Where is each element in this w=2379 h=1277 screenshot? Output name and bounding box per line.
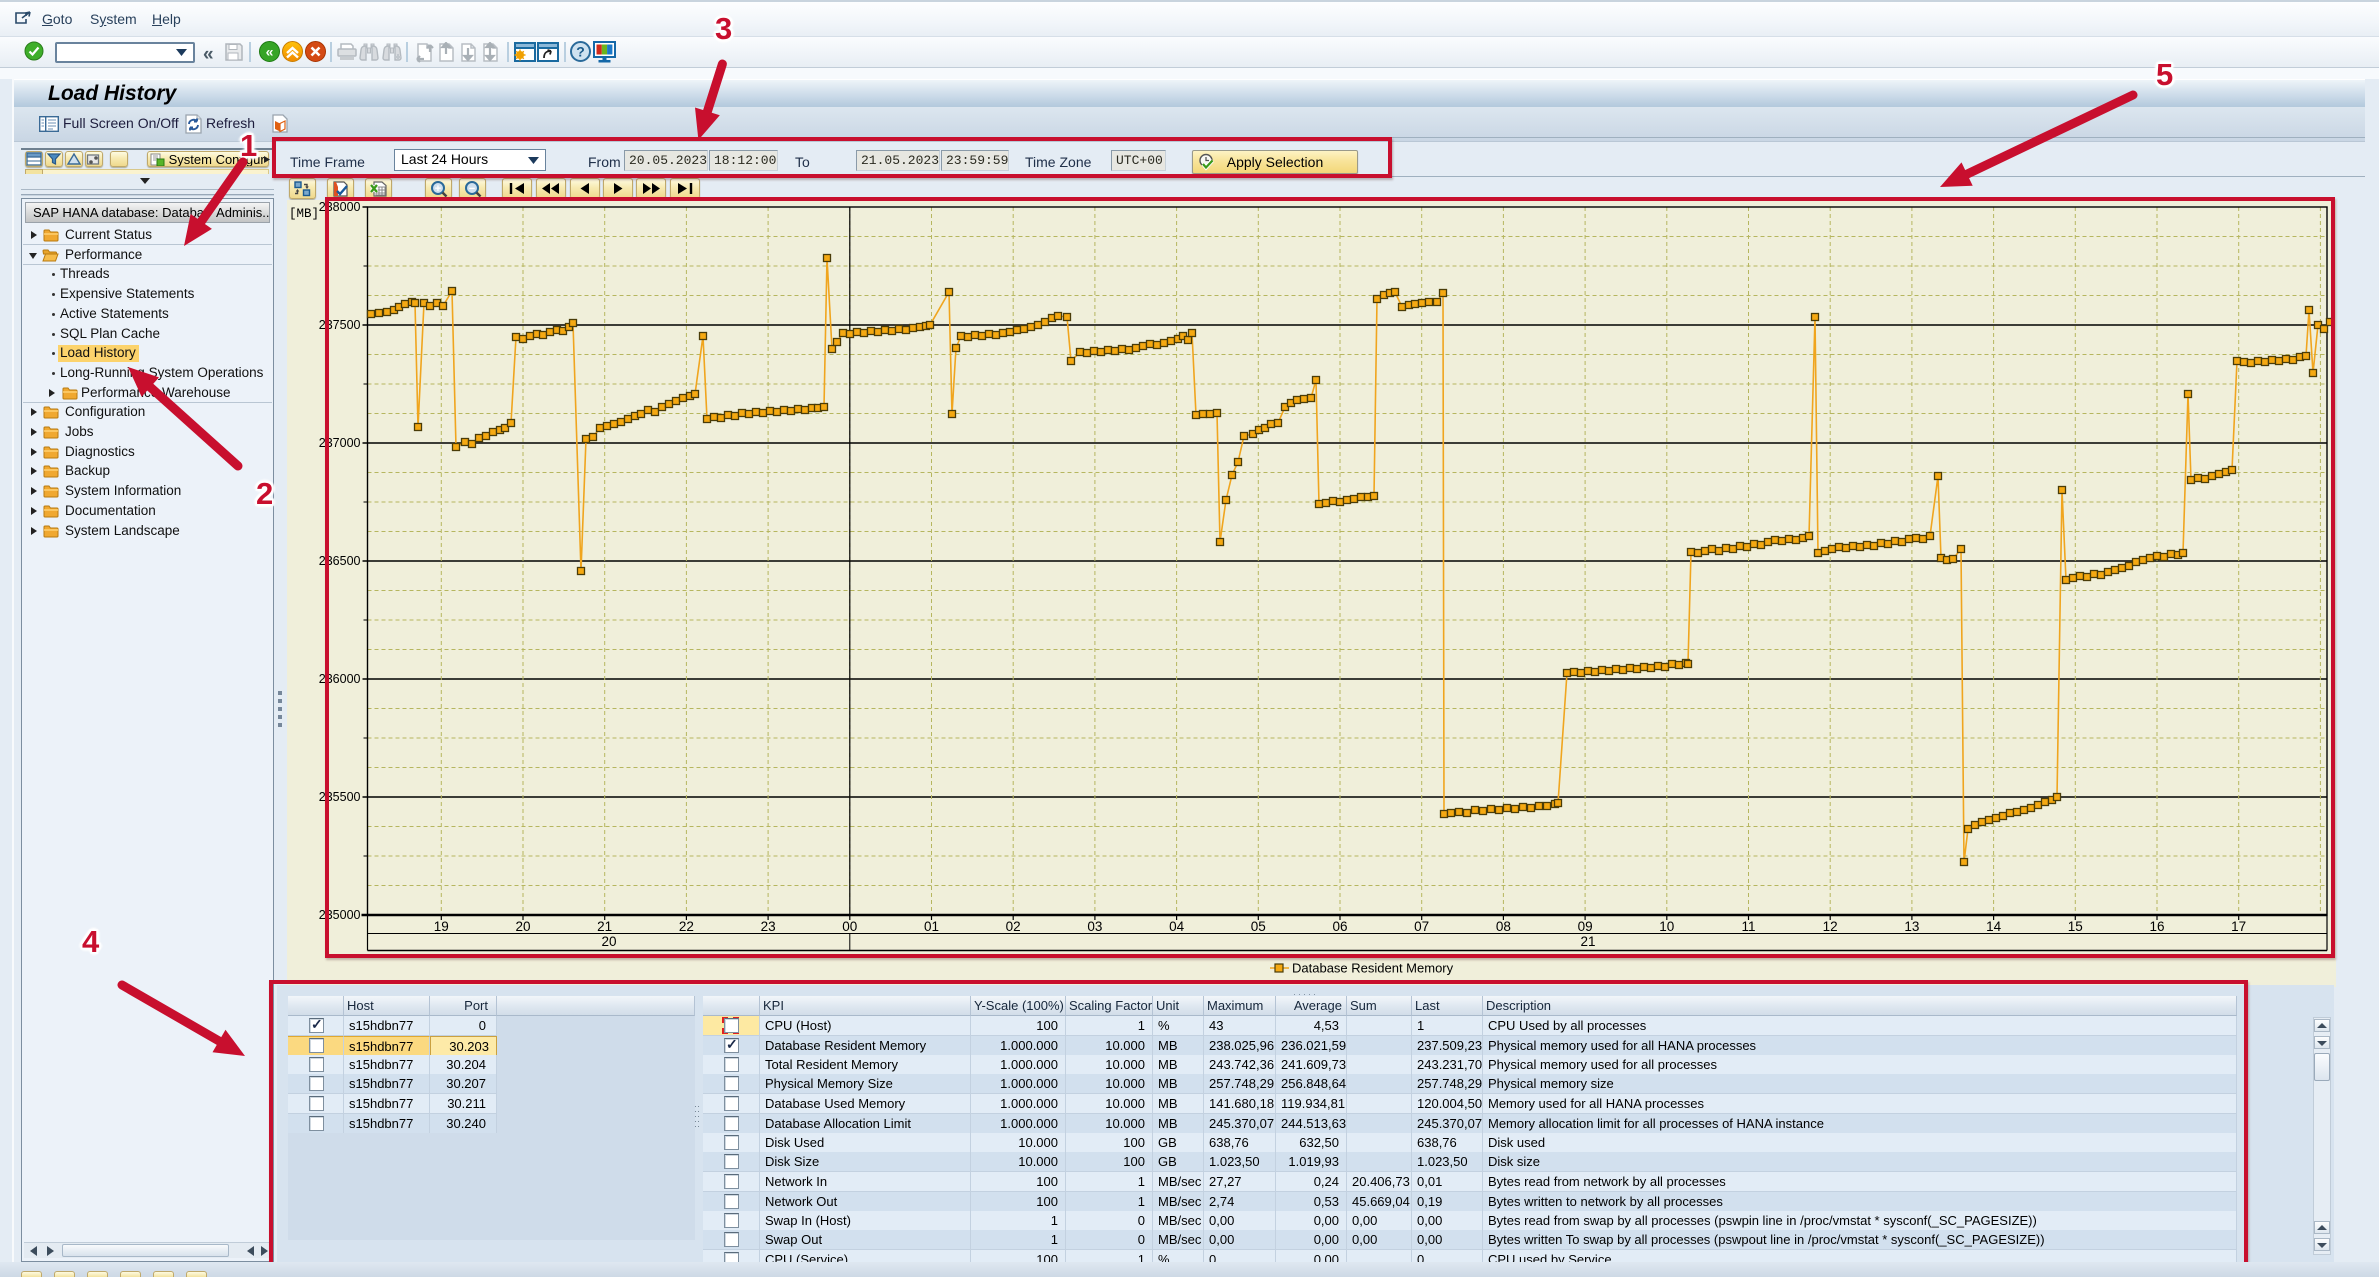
svg-text:Database Resident Memory: Database Resident Memory (1292, 961, 1454, 976)
